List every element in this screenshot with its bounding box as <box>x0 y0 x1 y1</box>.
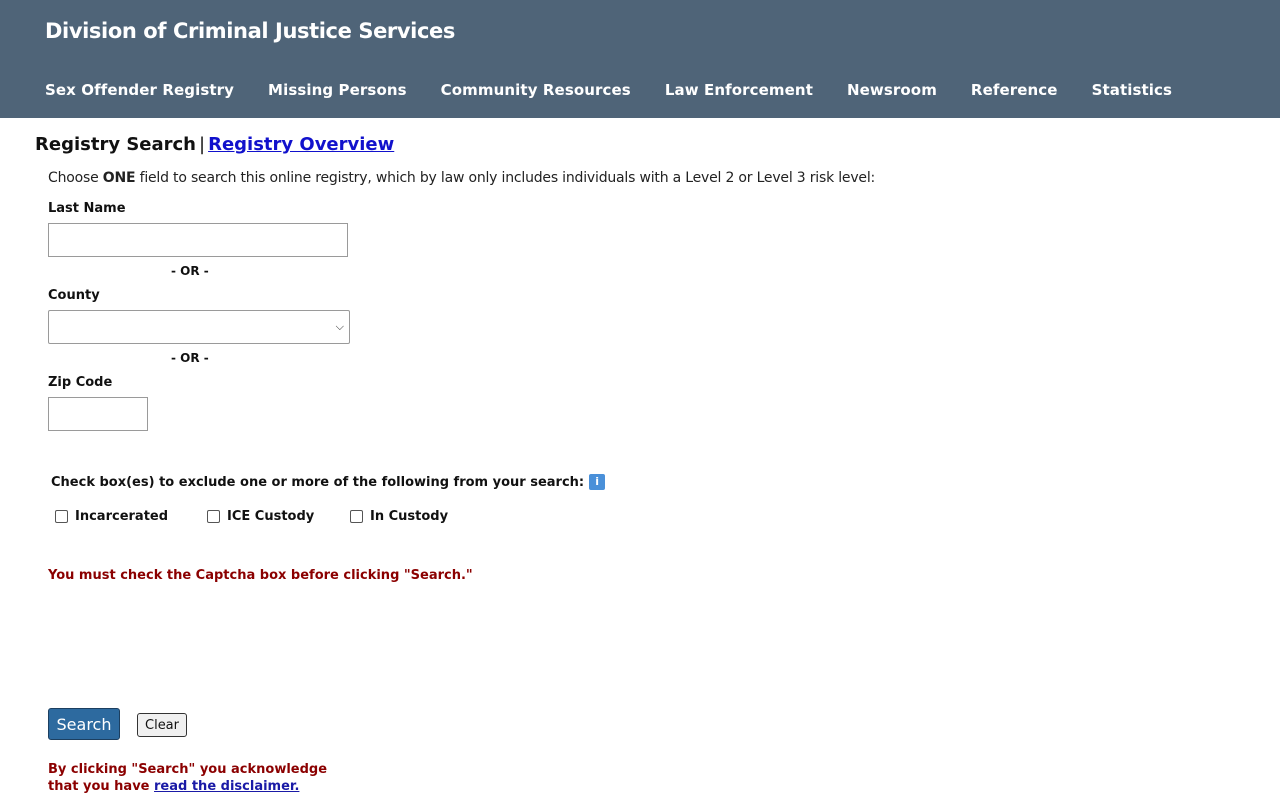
instructions-prefix: Choose <box>48 170 103 186</box>
nav-item-community-resources[interactable]: Community Resources <box>441 81 631 101</box>
nav-item-reference[interactable]: Reference <box>971 81 1058 101</box>
exclude-label-text: Check box(es) to exclude one or more of … <box>51 474 585 490</box>
nav-item-sex-offender-registry[interactable]: Sex Offender Registry <box>45 81 234 101</box>
ack-line-2: that you have read the disclaimer. <box>48 778 327 795</box>
clear-button[interactable]: Clear <box>137 713 187 737</box>
exclude-ice-custody[interactable]: ICE Custody <box>207 509 314 524</box>
disclaimer-acknowledgement: By clicking "Search" you acknowledge tha… <box>48 761 327 795</box>
search-button[interactable]: Search <box>48 708 120 740</box>
page-heading: Registry Search | Registry Overview <box>35 134 394 155</box>
nav-item-newsroom[interactable]: Newsroom <box>847 81 937 101</box>
county-label: County <box>48 288 100 303</box>
site-title[interactable]: Division of Criminal Justice Services <box>45 19 455 43</box>
ack-line-2-prefix: that you have <box>48 779 155 794</box>
zip-code-label: Zip Code <box>48 375 113 390</box>
or-divider: - OR - <box>171 351 209 365</box>
instructions-suffix: field to search this online registry, wh… <box>135 170 876 186</box>
exclude-in-custody[interactable]: In Custody <box>350 509 448 524</box>
nav-item-statistics[interactable]: Statistics <box>1092 81 1172 101</box>
in-custody-checkbox[interactable] <box>350 510 363 523</box>
chevron-down-icon: ⌵ <box>335 320 344 333</box>
exclude-incarcerated[interactable]: Incarcerated <box>55 509 168 524</box>
page-title: Registry Search <box>35 134 196 155</box>
main-nav: Sex Offender Registry Missing Persons Co… <box>45 81 1206 101</box>
site-header: Division of Criminal Justice Services Se… <box>0 0 1280 118</box>
captcha-warning: You must check the Captcha box before cl… <box>48 568 473 583</box>
nav-item-law-enforcement[interactable]: Law Enforcement <box>665 81 813 101</box>
in-custody-label[interactable]: In Custody <box>370 509 448 524</box>
exclude-instructions: Check box(es) to exclude one or more of … <box>51 474 606 490</box>
last-name-input[interactable] <box>48 223 348 257</box>
heading-separator: | <box>199 134 206 155</box>
ack-line-1: By clicking "Search" you acknowledge <box>48 762 328 777</box>
info-icon[interactable]: i <box>589 474 606 490</box>
ice-custody-checkbox[interactable] <box>207 510 220 523</box>
ice-custody-label[interactable]: ICE Custody <box>227 509 314 524</box>
registry-overview-link[interactable]: Registry Overview <box>208 134 394 155</box>
county-select[interactable]: ⌵ <box>48 310 350 344</box>
instructions-emphasis: ONE <box>102 170 136 186</box>
incarcerated-label[interactable]: Incarcerated <box>75 509 168 524</box>
nav-item-missing-persons[interactable]: Missing Persons <box>268 81 407 101</box>
zip-code-input[interactable] <box>48 397 148 431</box>
incarcerated-checkbox[interactable] <box>55 510 68 523</box>
search-instructions: Choose ONE field to search this online r… <box>48 170 875 186</box>
or-divider: - OR - <box>171 264 209 278</box>
last-name-label: Last Name <box>48 201 126 216</box>
disclaimer-link[interactable]: read the disclaimer. <box>154 779 299 794</box>
